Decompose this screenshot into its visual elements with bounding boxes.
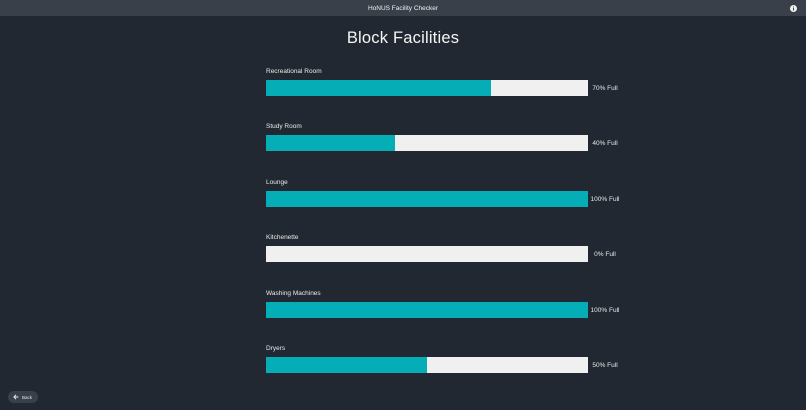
facility-dryers: Dryers 50% Full <box>266 345 626 385</box>
facility-name: Study Room <box>266 123 302 130</box>
occupancy-label: 70% Full <box>592 84 618 92</box>
facility-washing-machines: Washing Machines 100% Full <box>266 290 626 330</box>
facility-name: Kitchenette <box>266 234 299 241</box>
occupancy-bar <box>266 357 588 373</box>
occupancy-label: 40% Full <box>592 139 618 147</box>
occupancy-bar-fill <box>266 191 588 207</box>
facility-name: Recreational Room <box>266 68 322 75</box>
occupancy-bar-fill <box>266 80 492 96</box>
occupancy-bar-fill <box>266 135 395 151</box>
info-icon <box>789 4 797 12</box>
facility-lounge: Lounge 100% Full <box>266 179 626 219</box>
occupancy-bar-fill <box>266 357 427 373</box>
occupancy-bar <box>266 80 588 96</box>
facility-study-room: Study Room 40% Full <box>266 123 626 163</box>
occupancy-label: 50% Full <box>592 361 618 369</box>
facility-name: Dryers <box>266 345 286 352</box>
page-title: Block Facilities <box>346 29 460 47</box>
occupancy-bar <box>266 191 588 207</box>
facility-name: Washing Machines <box>266 290 321 297</box>
facility-kitchenette: Kitchenette 0% Full <box>266 234 626 274</box>
occupancy-label: 100% Full <box>590 195 620 203</box>
app-title: HoNUS Facility Checker <box>367 4 439 12</box>
facility-name: Lounge <box>266 179 288 186</box>
occupancy-bar <box>266 302 588 318</box>
occupancy-bar <box>266 135 588 151</box>
occupancy-label: 100% Full <box>590 306 620 314</box>
occupancy-bar <box>266 246 588 262</box>
occupancy-label: 0% Full <box>594 250 616 258</box>
occupancy-bar-fill <box>266 302 588 318</box>
arrow-left-icon <box>13 394 19 400</box>
back-button[interactable]: Back <box>8 391 39 403</box>
title-bar: HoNUS Facility Checker <box>0 0 806 16</box>
info-button[interactable] <box>788 3 798 13</box>
facility-recreational-room: Recreational Room 70% Full <box>266 68 626 108</box>
back-label: Back <box>22 394 33 400</box>
